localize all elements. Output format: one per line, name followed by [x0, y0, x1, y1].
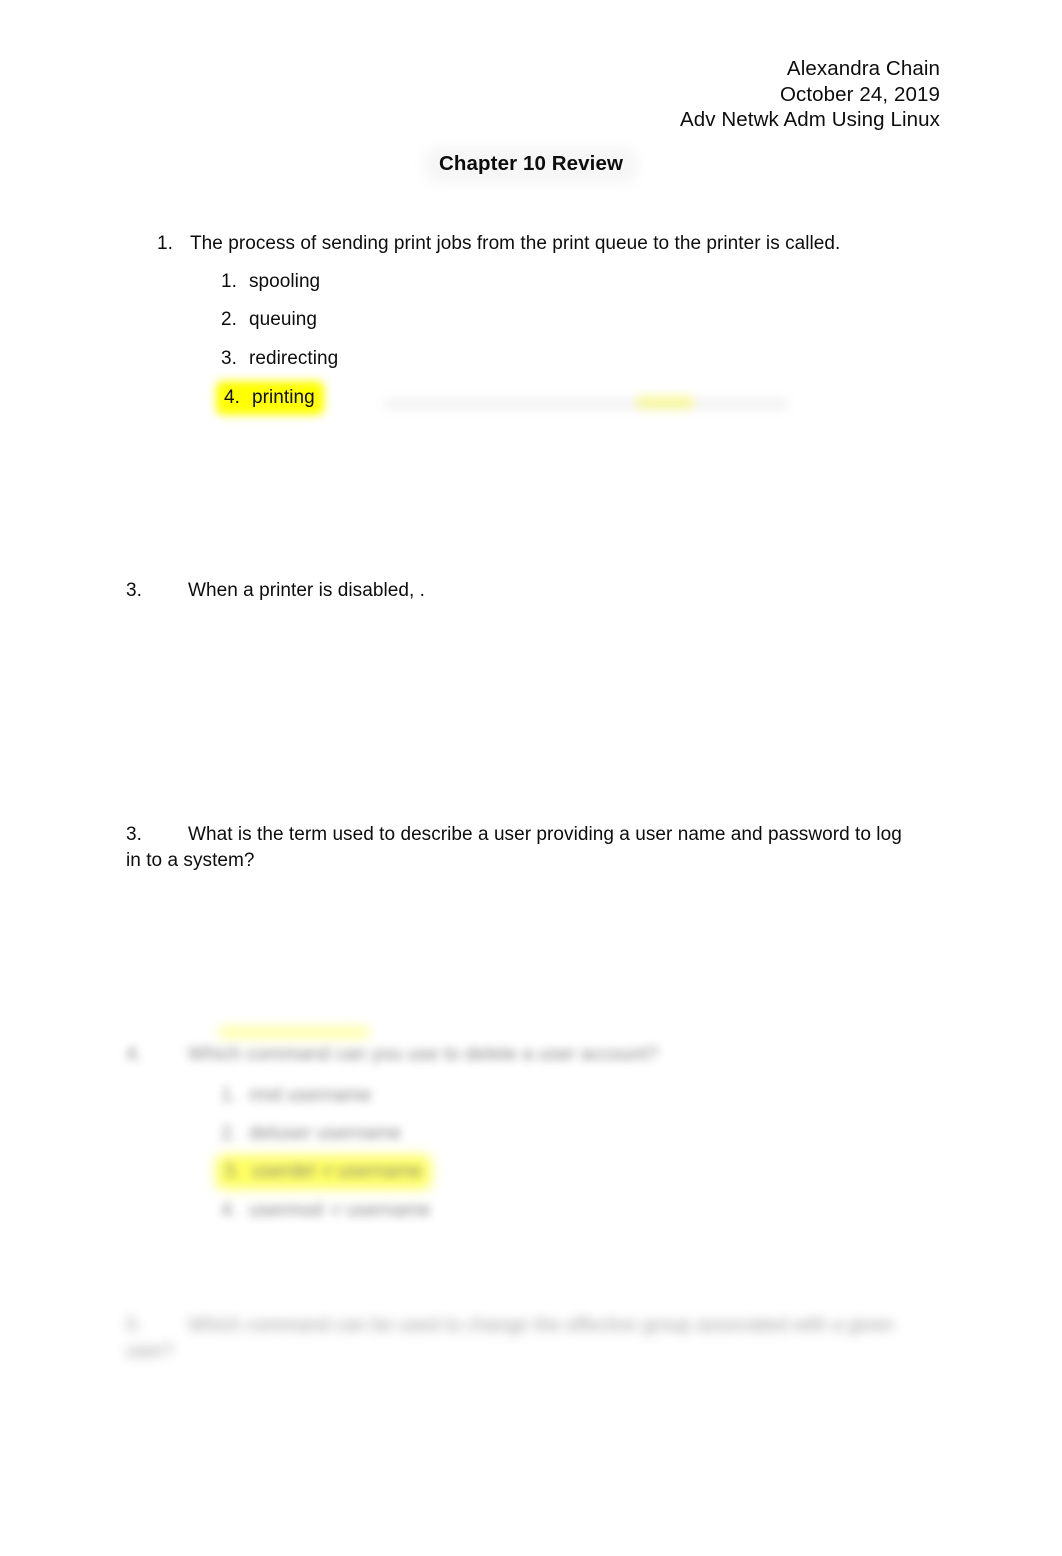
redacted-question-5-number: 5.	[126, 1315, 142, 1336]
redacted-question-4-option-4-text: usermod -r username	[249, 1200, 431, 1221]
question-1-text: The process of sending print jobs from t…	[190, 233, 841, 254]
question-1-option-3-number: 3.	[221, 348, 237, 369]
highlight-marker-redacted-answer: 3. userdel -r username	[221, 1159, 425, 1185]
document-header: Alexandra Chain October 24, 2019 Adv Net…	[680, 56, 940, 133]
question-1-option-3-text: redirecting	[249, 348, 339, 369]
redacted-question-4-option-4: 4. usermod -r username	[221, 1198, 431, 1224]
question-1-option-1: 1. spooling	[221, 269, 320, 295]
question-1-option-4: 4. printing	[221, 385, 318, 411]
question-1-option-2: 2. queuing	[221, 307, 317, 333]
redacted-question-5-text: Which command can be used to change the …	[126, 1315, 894, 1362]
question-1-number: 1.	[157, 233, 173, 254]
question-2: 3. When a printer is disabled, .	[126, 578, 916, 604]
redacted-question-4-option-2-number: 2.	[221, 1123, 237, 1144]
redacted-question-4-option-4-number: 4.	[221, 1200, 237, 1221]
redacted-question-4-option-3-text: userdel -r username	[252, 1161, 423, 1182]
page-title-text: Chapter 10 Review	[439, 152, 623, 175]
question-1-option-1-text: spooling	[249, 271, 321, 292]
erased-text-artifact	[384, 398, 788, 410]
redacted-question-4-option-2: 2. deluser username	[221, 1121, 401, 1147]
document-page: Alexandra Chain October 24, 2019 Adv Net…	[0, 0, 1062, 1556]
question-1-option-2-text: queuing	[249, 309, 317, 330]
redacted-question-4-text: Which command can you use to delete a us…	[188, 1044, 659, 1065]
redacted-question-4-option-3: 3. userdel -r username	[221, 1159, 425, 1185]
page-title: Chapter 10 Review	[0, 147, 1062, 183]
redacted-question-4-option-3-number: 3.	[224, 1161, 240, 1182]
erased-highlight-artifact	[636, 396, 694, 409]
question-1-option-3: 3. redirecting	[221, 346, 338, 372]
question-1-option-2-number: 2.	[221, 309, 237, 330]
question-2-text: When a printer is disabled, .	[188, 580, 425, 601]
header-course: Adv Netwk Adm Using Linux	[679, 108, 940, 131]
redacted-question-4-option-2-text: deluser username	[249, 1123, 402, 1144]
redacted-question-5: 5. Which command can be used to change th…	[126, 1313, 926, 1365]
header-date: October 24, 2019	[779, 82, 940, 106]
question-1-option-4-text: printing	[252, 387, 315, 408]
question-3-number: 3.	[126, 824, 142, 845]
page-title-wrapper: Chapter 10 Review	[425, 147, 637, 183]
question-1-option-1-number: 1.	[221, 271, 237, 292]
question-1: 1. The process of sending print jobs from…	[157, 231, 957, 257]
highlight-marker-printing: 4. printing	[221, 385, 318, 411]
redacted-question-4-number: 4.	[126, 1044, 142, 1065]
question-1-option-4-number: 4.	[224, 387, 240, 408]
redacted-question-4-option-1-number: 1.	[221, 1085, 237, 1106]
question-3-text: What is the term used to describe a user…	[126, 824, 902, 871]
highlight-smudge-artifact	[218, 1027, 370, 1038]
redacted-question-4-option-1-text: rmd username	[249, 1085, 372, 1106]
redacted-question-4-option-1: 1. rmd username	[221, 1083, 372, 1109]
header-author: Alexandra Chain	[786, 57, 940, 80]
question-2-number: 3.	[126, 580, 142, 601]
question-3: 3. What is the term used to describe a us…	[126, 822, 916, 874]
redacted-question-4: 4. Which command can you use to delete a …	[126, 1042, 926, 1068]
